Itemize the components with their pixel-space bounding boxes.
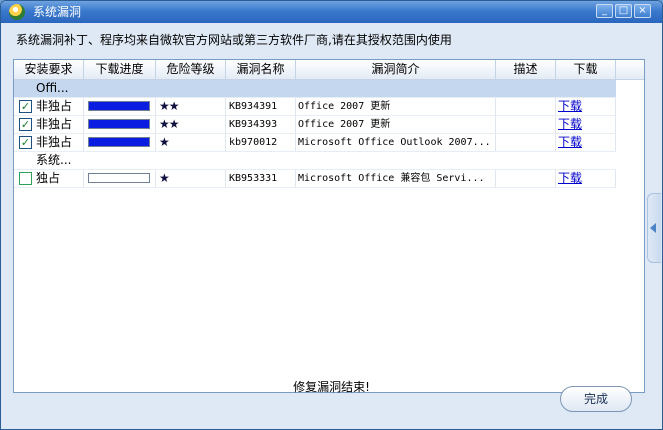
list-header: 安装要求 下载进度 危险等级 漏洞名称 漏洞简介 描述 下载	[14, 60, 644, 80]
description-text: 系统漏洞补丁、程序均来自微软官方网站或第三方软件厂商,请在其授权范围内使用	[16, 33, 452, 47]
download-link[interactable]: 下载	[558, 171, 582, 185]
requirement-text: 非独占	[36, 99, 73, 113]
side-panel-toggle[interactable]	[647, 193, 661, 263]
kb-name: KB934391	[226, 98, 296, 115]
intro-text: Microsoft Office 兼容包 Servi...	[296, 170, 496, 187]
title-bar[interactable]: 系统漏洞 _ □ ×	[1, 1, 662, 23]
minimize-button[interactable]: _	[596, 4, 613, 18]
requirement-text: 非独占	[36, 135, 73, 149]
collapse-arrow-icon	[650, 223, 656, 233]
column-header-download[interactable]: 下载	[556, 60, 616, 79]
checkbox-unchecked-icon[interactable]	[19, 172, 32, 185]
vulnerability-list[interactable]: 安装要求 下载进度 危险等级 漏洞名称 漏洞简介 描述 下载 Offi... ✓…	[13, 59, 645, 393]
checkbox-checked-icon[interactable]: ✓	[19, 100, 32, 113]
download-progress-bar	[88, 173, 150, 183]
progress-fill	[89, 102, 149, 110]
window-title: 系统漏洞	[33, 5, 82, 19]
risk-star-icon: ★	[156, 170, 226, 187]
intro-text: Office 2007 更新	[296, 116, 496, 133]
table-row[interactable]: 独占 ★ KB953331 Microsoft Office 兼容包 Servi…	[14, 170, 616, 188]
kb-name: KB953331	[226, 170, 296, 187]
group-row-office[interactable]: Offi...	[14, 80, 616, 98]
column-header-risk[interactable]: 危险等级	[156, 60, 226, 79]
download-progress-bar	[88, 101, 150, 111]
table-row[interactable]: ✓ 非独占 ★ kb970012 Microsoft Office Outloo…	[14, 134, 616, 152]
desc-text	[496, 134, 556, 151]
checkbox-checked-icon[interactable]: ✓	[19, 118, 32, 131]
column-header-intro[interactable]: 漏洞简介	[296, 60, 496, 79]
vulnerability-window: 系统漏洞 _ □ × 系统漏洞补丁、程序均来自微软官方网站或第三方软件厂商,请在…	[0, 0, 663, 430]
intro-text: Microsoft Office Outlook 2007...	[296, 134, 496, 151]
desc-text	[496, 170, 556, 187]
column-header-name[interactable]: 漏洞名称	[226, 60, 296, 79]
app-shield-icon	[9, 4, 25, 20]
kb-name: KB934393	[226, 116, 296, 133]
column-header-progress[interactable]: 下载进度	[84, 60, 156, 79]
progress-fill	[89, 120, 149, 128]
risk-star-icon: ★★	[156, 116, 226, 133]
desc-text	[496, 116, 556, 133]
finish-button[interactable]: 完成	[560, 386, 632, 412]
risk-star-icon: ★	[156, 134, 226, 151]
column-header-desc[interactable]: 描述	[496, 60, 556, 79]
download-progress-bar	[88, 137, 150, 147]
maximize-button[interactable]: □	[615, 4, 632, 18]
download-link[interactable]: 下载	[558, 135, 582, 149]
desc-text	[496, 98, 556, 115]
kb-name: kb970012	[226, 134, 296, 151]
group-label: 系统...	[36, 153, 72, 167]
checkbox-checked-icon[interactable]: ✓	[19, 136, 32, 149]
column-header-requirement[interactable]: 安装要求	[14, 60, 84, 79]
progress-fill	[89, 138, 149, 146]
requirement-text: 独占	[36, 171, 61, 185]
intro-text: Office 2007 更新	[296, 98, 496, 115]
table-row[interactable]: ✓ 非独占 ★★ KB934391 Office 2007 更新 下载	[14, 98, 616, 116]
requirement-text: 非独占	[36, 117, 73, 131]
table-row[interactable]: ✓ 非独占 ★★ KB934393 Office 2007 更新 下载	[14, 116, 616, 134]
group-row-system[interactable]: 系统...	[14, 152, 616, 170]
download-link[interactable]: 下载	[558, 117, 582, 131]
download-progress-bar	[88, 119, 150, 129]
window-client: 系统漏洞补丁、程序均来自微软官方网站或第三方软件厂商,请在其授权范围内使用 安装…	[2, 23, 661, 429]
group-label: Offi...	[36, 81, 69, 95]
download-link[interactable]: 下载	[558, 99, 582, 113]
risk-star-icon: ★★	[156, 98, 226, 115]
close-button[interactable]: ×	[634, 4, 651, 18]
